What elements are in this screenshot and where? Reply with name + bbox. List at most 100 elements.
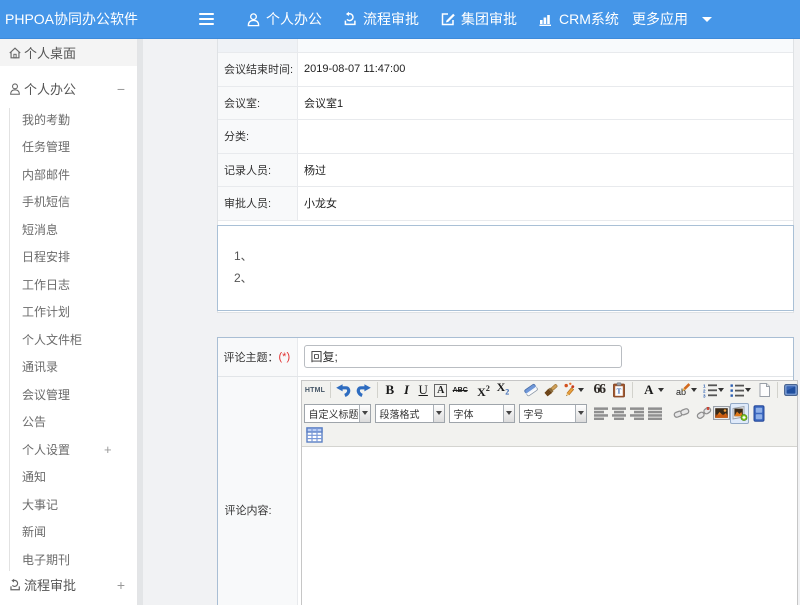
sidebar-item-file-cabinet[interactable]: 个人文件柜 — [0, 326, 137, 354]
multi-image-icon[interactable] — [730, 403, 749, 424]
nav-label: 流程审批 — [363, 9, 419, 29]
row-label: 评论主题：(*) — [218, 338, 298, 376]
select-arrow-icon[interactable] — [359, 405, 370, 422]
sidebar-submenu: 我的考勤 任务管理 内部邮件 手机短信 短消息 日程安排 工作日志 工作计划 个… — [0, 106, 137, 574]
toolbar-separator — [777, 382, 778, 398]
expand-icon[interactable]: + — [104, 442, 112, 457]
menu-toggle-icon[interactable] — [199, 13, 214, 26]
sidebar-item-sms[interactable]: 手机短信 — [0, 188, 137, 216]
row-label: 审批人员: — [218, 187, 298, 220]
main-content: 会议结束时间: 2019-08-07 11:47:00 会议室: 会议室1 分类… — [143, 39, 800, 605]
editor-toolbar: HTML B I U A ABC X2 X2 — [302, 381, 797, 447]
collapse-icon[interactable]: − — [117, 81, 125, 97]
highlight-icon[interactable]: ab — [674, 380, 700, 400]
ordered-list-icon[interactable]: 123 — [701, 380, 726, 400]
nav-group-approval[interactable]: 集团审批 — [440, 0, 517, 38]
new-page-icon[interactable] — [755, 380, 773, 400]
sidebar-item-events[interactable]: 大事记 — [0, 491, 137, 519]
nav-label: 集团审批 — [461, 9, 517, 29]
sidebar-item-tasks[interactable]: 任务管理 — [0, 133, 137, 161]
font-family-select[interactable]: 字体 — [449, 404, 515, 423]
row-label: 会议结束时间: — [218, 53, 298, 86]
link-icon[interactable] — [672, 403, 692, 423]
app-title: PHPOA协同办公软件 — [5, 0, 138, 38]
align-center-icon[interactable] — [611, 403, 627, 423]
sidebar-group-label: 个人办公 — [24, 79, 76, 98]
unordered-list-icon[interactable] — [728, 380, 753, 400]
sidebar-group-personal-office[interactable]: 个人办公 − — [0, 75, 137, 102]
table-row-end-time: 会议结束时间: 2019-08-07 11:47:00 — [218, 53, 793, 87]
caret-down-icon — [718, 388, 724, 392]
sidebar-group-workflow[interactable]: 流程审批 + — [0, 571, 137, 598]
sidebar-item-meetings[interactable]: 会议管理 — [0, 381, 137, 409]
nav-crm-system[interactable]: CRM系统 — [538, 0, 619, 38]
sidebar-item-e-journal[interactable]: 电子期刊 — [0, 546, 137, 574]
superscript-icon[interactable]: X2 — [475, 380, 492, 400]
media-icon[interactable] — [751, 403, 767, 423]
app-window: PHPOA协同办公软件 个人办公 流程审批 集团审批 CRM系统 — [0, 0, 800, 605]
caret-down-icon — [436, 411, 442, 415]
sidebar-item-announcements[interactable]: 公告 — [0, 408, 137, 436]
font-size-select[interactable]: 字号 — [519, 404, 587, 423]
expand-icon[interactable]: + — [117, 577, 125, 593]
image-icon[interactable] — [713, 403, 731, 423]
sidebar-item-contacts[interactable]: 通讯录 — [0, 353, 137, 381]
sidebar-item-work-plan[interactable]: 工作计划 — [0, 298, 137, 326]
sidebar-group-label: 流程审批 — [24, 575, 76, 594]
italic-icon[interactable]: I — [400, 380, 414, 400]
nav-workflow-approval[interactable]: 流程审批 — [342, 0, 419, 38]
sidebar-item-news[interactable]: 新闻 — [0, 518, 137, 546]
eraser-icon[interactable] — [522, 380, 540, 400]
sidebar-item-mail[interactable]: 内部邮件 — [0, 161, 137, 189]
redo-icon[interactable] — [355, 380, 373, 400]
content-line: 1、 — [234, 245, 793, 267]
quick-format-icon[interactable] — [562, 380, 586, 400]
caret-down-icon — [745, 388, 751, 392]
sidebar-item-notices[interactable]: 通知 — [0, 463, 137, 491]
sidebar-item-attendance[interactable]: 我的考勤 — [0, 106, 137, 134]
row-label — [218, 39, 298, 52]
blockquote-icon[interactable]: 66 — [590, 380, 607, 400]
bold-icon[interactable]: B — [382, 380, 398, 400]
format-brush-icon[interactable] — [542, 380, 560, 400]
sidebar-item-schedule[interactable]: 日程安排 — [0, 243, 137, 271]
font-color-icon[interactable]: A — [643, 380, 667, 400]
nav-more-apps[interactable]: 更多应用 — [632, 0, 712, 38]
meeting-content-box: 1、 2、 — [217, 225, 794, 311]
paragraph-format-select[interactable]: 段落格式 — [375, 404, 445, 423]
unlink-icon[interactable] — [694, 403, 714, 423]
table-row-approver: 审批人员: 小龙女 — [218, 187, 793, 221]
comment-subject-input[interactable] — [304, 345, 622, 368]
subscript-icon[interactable]: X2 — [494, 380, 511, 400]
editor-content-area[interactable] — [302, 447, 797, 603]
select-arrow-icon[interactable] — [575, 405, 586, 422]
user-icon — [246, 12, 261, 27]
sidebar-item-work-log[interactable]: 工作日志 — [0, 271, 137, 299]
undo-icon[interactable] — [335, 380, 353, 400]
sidebar-item-personal-settings[interactable]: 个人设置+ — [0, 436, 137, 464]
nav-label: CRM系统 — [559, 9, 619, 29]
fullscreen-icon[interactable] — [782, 380, 800, 400]
table-row-category: 分类: — [218, 120, 793, 154]
paste-plain-icon[interactable]: T — [610, 380, 628, 400]
justify-icon[interactable] — [647, 403, 663, 423]
table-row-partial — [218, 39, 793, 53]
sidebar-item-desktop[interactable]: 个人桌面 — [0, 39, 137, 66]
row-value — [298, 120, 793, 153]
heading-select[interactable]: 自定义标题 — [304, 404, 371, 423]
align-left-icon[interactable] — [593, 403, 609, 423]
meeting-detail-table: 会议结束时间: 2019-08-07 11:47:00 会议室: 会议室1 分类… — [217, 39, 794, 313]
nav-personal-office[interactable]: 个人办公 — [246, 0, 322, 38]
underline-icon[interactable]: U — [415, 380, 431, 400]
caret-down-icon — [691, 388, 697, 392]
strikethrough-icon[interactable]: ABC — [451, 380, 470, 400]
font-box-icon[interactable]: A — [433, 380, 449, 400]
edit-square-icon — [440, 11, 456, 27]
html-source-button[interactable]: HTML — [305, 380, 326, 400]
toolbar-separator — [632, 382, 633, 398]
align-right-icon[interactable] — [629, 403, 645, 423]
sidebar-item-messages[interactable]: 短消息 — [0, 216, 137, 244]
table-icon[interactable] — [305, 425, 325, 445]
select-arrow-icon[interactable] — [433, 405, 444, 422]
select-arrow-icon[interactable] — [503, 405, 514, 422]
